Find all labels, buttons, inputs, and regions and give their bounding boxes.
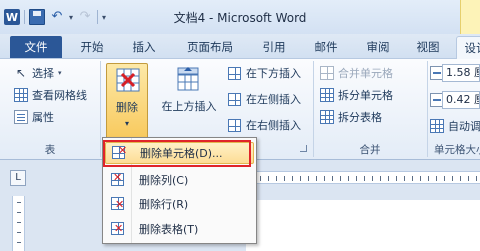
split-cells-icon [320,88,334,102]
delete-label: 删除 [116,101,138,114]
gridlines-icon [14,88,28,102]
dialog-launcher-icon[interactable] [300,145,307,152]
insert-above-label: 在上方插入 [161,100,217,113]
tab-selector[interactable]: L [10,170,26,186]
horizontal-ruler[interactable] [236,171,480,184]
tab-references[interactable]: 引用 [252,36,296,58]
row-height-input[interactable]: 1.58 厘米 [442,64,480,82]
tab-review[interactable]: 审阅 [356,36,400,58]
properties-icon [14,110,28,124]
cursor-icon: ↖ [15,66,27,80]
tab-file[interactable]: 文件 [10,36,62,58]
document-page[interactable] [246,200,480,251]
insert-above-icon [175,67,201,91]
delete-button[interactable]: 删除 ▾ [106,63,148,140]
ruler-tick [17,202,21,203]
merge-cells-button[interactable]: 合并单元格 [320,64,393,82]
autofit-button[interactable]: 自动调整 [430,117,480,135]
insert-left-label: 在左侧插入 [246,93,301,106]
split-cells-button[interactable]: 拆分单元格 [320,86,393,104]
split-table-icon [320,110,334,124]
split-cells-label: 拆分单元格 [338,89,393,102]
menu-item-delete-rows[interactable]: ✕ 删除行(R) [105,193,254,215]
tab-design[interactable]: 设计 [456,36,480,59]
menu-item-label: 删除行(R) [139,198,189,211]
menu-item-label: 删除表格(T) [139,223,199,236]
tab-view[interactable]: 视图 [408,36,448,58]
word-window: W ↶ ▾ ↷ ▾ 文档4 - Microsoft Word 文件 开始 插入 … [0,0,480,251]
vertical-ruler[interactable] [12,196,25,251]
chevron-down-icon: ▾ [58,69,62,77]
ruler-tick [17,212,21,213]
split-table-label: 拆分表格 [338,111,382,124]
insert-above-button[interactable]: 在上方插入 [156,63,222,140]
chevron-down-icon: ▾ [124,119,129,128]
title-bar: W ↶ ▾ ↷ ▾ 文档4 - Microsoft Word [0,0,480,34]
delete-table-icon [116,68,140,92]
delete-rows-icon: ✕ [111,196,127,212]
column-width-input[interactable]: 0.42 厘米 [442,91,480,109]
menu-item-label: 删除列(C) [139,174,189,187]
delete-table-small-icon: ✕ [111,221,127,237]
autofit-label: 自动调整 [448,120,480,133]
insert-right-label: 在右侧插入 [246,119,301,132]
select-label: 选择 [32,67,54,80]
select-button[interactable]: ↖ 选择 ▾ [14,64,62,82]
tab-home[interactable]: 开始 [72,36,112,58]
contextual-tab-header [460,0,480,34]
properties-label: 属性 [32,111,54,124]
ribbon-tab-bar: 文件 开始 插入 页面布局 引用 邮件 审阅 视图 设计 [0,34,480,59]
menu-item-delete-columns[interactable]: ✕ 删除列(C) [105,169,254,191]
properties-button[interactable]: 属性 [14,108,54,126]
insert-left-icon [228,92,242,106]
tab-insert[interactable]: 插入 [122,36,166,58]
insert-below-button[interactable]: 在下方插入 [228,64,301,82]
ruler-tick [17,232,21,233]
insert-right-button[interactable]: 在右侧插入 [228,116,301,134]
view-gridlines-label: 查看网格线 [32,89,87,102]
ruler-tick [17,242,21,243]
delete-columns-icon: ✕ [111,171,124,186]
autofit-icon [430,119,444,133]
insert-below-icon [228,66,242,80]
group-separator [100,61,101,157]
insert-right-icon [228,118,242,132]
tab-mailings[interactable]: 邮件 [304,36,348,58]
menu-item-delete-table[interactable]: ✕ 删除表格(T) [105,218,254,240]
annotation-highlight-box [103,140,251,167]
window-title: 文档4 - Microsoft Word [173,11,307,25]
insert-left-button[interactable]: 在左侧插入 [228,90,301,108]
group-label-cell-size: 单元格大小 [434,144,480,156]
merge-cells-label: 合并单元格 [338,67,393,80]
split-table-button[interactable]: 拆分表格 [320,108,382,126]
merge-cells-icon [320,66,334,80]
group-label-table: 表 [44,144,56,156]
tab-page-layout[interactable]: 页面布局 [176,36,244,58]
insert-below-label: 在下方插入 [246,67,301,80]
ruler-tick [17,222,21,223]
group-label-merge: 合并 [359,144,381,156]
view-gridlines-button[interactable]: 查看网格线 [14,86,87,104]
